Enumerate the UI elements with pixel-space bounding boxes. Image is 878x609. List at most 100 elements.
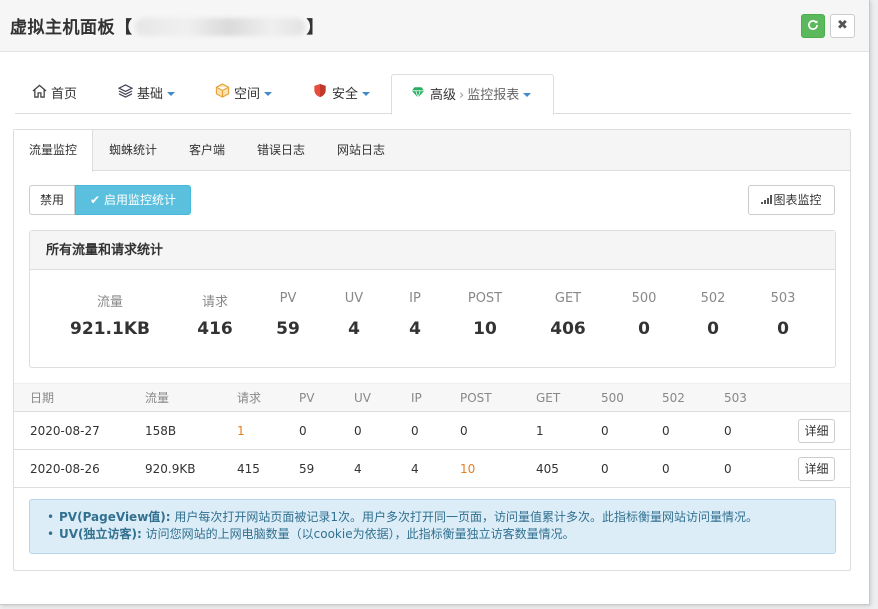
nav-item-advanced[interactable]: 高级 › 监控报表 [391, 74, 554, 115]
stat-value: 921.1KB [70, 319, 150, 339]
monitor-toggle-group: 禁用 ✔ 启用监控统计 [29, 185, 191, 215]
table-row: 2020-08-27 158B 1 0 0 0 0 1 0 0 0 详细 [14, 412, 850, 450]
daily-stats-table: 日期 流量 请求 PV UV IP POST GET 500 502 503 2… [14, 383, 850, 488]
chevron-down-icon [362, 92, 371, 96]
stat-500: 500 0 [604, 291, 684, 339]
nav-label-security: 安全 [332, 87, 359, 102]
cell-get: 405 [536, 462, 559, 476]
nav-label-basic: 基础 [137, 87, 164, 102]
disable-button[interactable]: 禁用 [29, 185, 75, 215]
subtab-bar: 流量监控 蜘蛛统计 客户端 错误日志 网站日志 [14, 130, 850, 172]
stat-label: GET [554, 291, 582, 306]
cell-uv: 4 [354, 462, 362, 476]
table-header: 日期 流量 请求 PV UV IP POST GET 500 502 503 [14, 383, 850, 412]
col-post: POST [460, 391, 492, 405]
cell-500: 0 [601, 462, 609, 476]
nav-item-home[interactable]: 首页 [31, 74, 77, 114]
nav-label-space: 空间 [234, 87, 261, 102]
check-icon: ✔ [90, 193, 101, 207]
chevron-down-icon [264, 92, 273, 96]
stat-ip: IP 4 [375, 291, 455, 339]
cell-502: 0 [662, 424, 670, 438]
title-bracket-close: 】 [306, 18, 324, 38]
home-icon [31, 74, 47, 114]
col-500: 500 [601, 391, 624, 405]
tab-traffic-monitor[interactable]: 流量监控 [14, 130, 93, 172]
chart-monitor-label: 图表监控 [773, 193, 822, 207]
note-uv: UV(独立访客): 访问您网站的上网电脑数量（以cookie为依据），此指标衡量… [47, 526, 835, 543]
stat-value: 0 [707, 319, 719, 339]
cell-requests: 415 [237, 462, 260, 476]
col-502: 502 [662, 391, 685, 405]
stat-label: 502 [700, 291, 726, 306]
col-date: 日期 [30, 391, 55, 405]
cell-ip: 0 [411, 424, 419, 438]
stat-label: 流量 [96, 295, 123, 310]
chevron-down-icon [167, 92, 176, 96]
detail-button[interactable]: 详细 [798, 419, 835, 443]
breadcrumb-separator: › [459, 88, 465, 103]
nav-item-space[interactable]: 空间 [214, 74, 273, 114]
layers-icon [117, 74, 133, 114]
main-nav: 首页 基础 空间 安全 高级 › 监控报表 [15, 74, 851, 115]
title-bracket-open: 【 [115, 18, 133, 38]
box-icon [214, 74, 230, 114]
stat-value: 0 [777, 319, 789, 339]
diamond-icon [410, 75, 426, 115]
cell-post: 0 [460, 424, 468, 438]
tab-site-log[interactable]: 网站日志 [337, 130, 385, 171]
col-traffic: 流量 [145, 391, 170, 405]
cell-uv: 0 [354, 424, 362, 438]
refresh-button[interactable] [801, 14, 825, 38]
cell-post: 10 [460, 462, 476, 476]
shield-icon [312, 74, 328, 114]
note-term: PV(PageView值): [59, 510, 171, 524]
stat-value: 406 [550, 319, 586, 339]
nav-label-advanced: 高级 [430, 88, 457, 103]
stat-value: 416 [197, 319, 233, 339]
tab-spider-stats[interactable]: 蜘蛛统计 [109, 130, 157, 171]
summary-title: 所有流量和请求统计 [30, 231, 835, 270]
stat-post: POST 10 [445, 291, 525, 339]
chart-monitor-button[interactable]: 图表监控 [748, 185, 835, 215]
host-panel-dialog: 虚拟主机面板【 】 ✖ 首页 基础 空间 安全 高级 › 监控报表 流量监控 蜘蛛… [0, 0, 870, 605]
cell-ip: 4 [411, 462, 419, 476]
col-requests: 请求 [237, 391, 262, 405]
nav-sublabel-monitor-report: 监控报表 [467, 88, 520, 103]
close-button[interactable]: ✖ [830, 14, 855, 38]
table-row: 2020-08-26 920.9KB 415 59 4 4 10 405 0 0… [14, 450, 850, 488]
col-pv: PV [299, 391, 315, 405]
help-notes: PV(PageView值): 用户每次打开网站页面被记录1次。用户多次打开同一页… [29, 499, 836, 554]
refresh-icon [808, 20, 818, 30]
detail-button[interactable]: 详细 [798, 457, 835, 481]
stat-value: 0 [638, 319, 650, 339]
cell-502: 0 [662, 462, 670, 476]
monitor-panel: 流量监控 蜘蛛统计 客户端 错误日志 网站日志 禁用 ✔ 启用监控统计 图表监控… [13, 129, 851, 571]
cell-requests: 1 [237, 424, 245, 438]
nav-label-home: 首页 [51, 87, 78, 102]
col-503: 503 [724, 391, 747, 405]
note-pv: PV(PageView值): 用户每次打开网站页面被记录1次。用户多次打开同一页… [47, 509, 835, 526]
cell-date: 2020-08-27 [30, 424, 100, 438]
nav-item-security[interactable]: 安全 [312, 74, 371, 114]
tab-clients[interactable]: 客户端 [189, 130, 225, 171]
stat-502: 502 0 [673, 291, 753, 339]
close-icon: ✖ [837, 18, 848, 33]
dialog-title-text: 虚拟主机面板 [10, 18, 115, 38]
cell-pv: 0 [299, 424, 307, 438]
nav-item-basic[interactable]: 基础 [117, 74, 176, 114]
cell-500: 0 [601, 424, 609, 438]
note-text: 访问您网站的上网电脑数量（以cookie为依据），此指标衡量独立访客数量情况。 [141, 527, 575, 541]
note-term: UV(独立访客): [59, 527, 142, 541]
stat-requests: 请求 416 [175, 291, 255, 339]
signal-bars-icon [761, 195, 773, 204]
col-uv: UV [354, 391, 371, 405]
note-text: 用户每次打开网站页面被记录1次。用户多次打开同一页面，访问量值累计多次。此指标衡… [170, 510, 759, 524]
tab-error-log[interactable]: 错误日志 [257, 130, 305, 171]
cell-traffic: 920.9KB [145, 462, 196, 476]
enable-monitor-button[interactable]: ✔ 启用监控统计 [75, 185, 191, 215]
cell-get: 1 [536, 424, 544, 438]
stat-label: 请求 [201, 295, 228, 310]
traffic-summary-card: 所有流量和请求统计 流量 921.1KB 请求 416 PV 59 UV 4 IP 4 P… [29, 230, 836, 368]
cell-traffic: 158B [145, 424, 177, 438]
